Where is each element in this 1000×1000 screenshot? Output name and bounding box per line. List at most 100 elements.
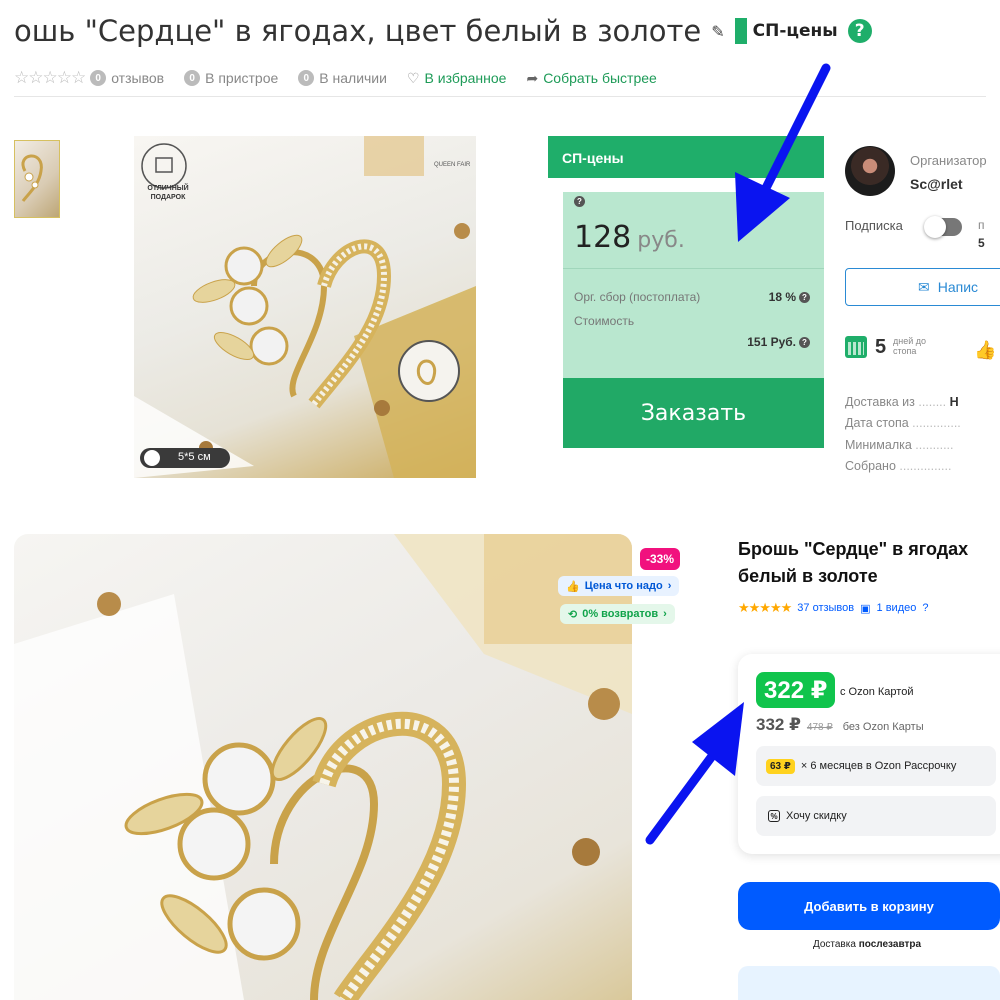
- calendar-icon: [845, 336, 867, 358]
- subscription-toggle[interactable]: [924, 216, 962, 238]
- order-button[interactable]: Заказать: [563, 378, 824, 448]
- price-help-icon[interactable]: ?: [574, 196, 585, 207]
- sp-price-gap: [563, 178, 824, 192]
- returns-label: 0% возвратов: [582, 608, 659, 620]
- sp-prices-badge: СП-цены: [752, 21, 838, 41]
- returns-pill[interactable]: ⟲ 0% возвратов ›: [560, 604, 675, 624]
- screenshot-root: ошь "Сердце" в ягодах, цвет белый в золо…: [0, 0, 1000, 1000]
- in-stock-link[interactable]: 0 В наличии: [298, 70, 387, 86]
- annotation-arrow-bottom: [645, 702, 744, 845]
- sp-price-header: СП-цены: [548, 136, 824, 178]
- brand-caption: QUEEN FAIR: [434, 162, 471, 168]
- ozon-product-image[interactable]: [14, 534, 632, 1000]
- in-stock-count-badge: 0: [298, 70, 315, 86]
- wrench-icon[interactable]: ✎: [711, 22, 724, 41]
- reviews-count-badge: 0: [90, 70, 107, 86]
- delivery-prefix: Доставка: [812, 939, 856, 950]
- brooch-large-image: [14, 534, 632, 1000]
- brooch-thumb-icon: [21, 154, 43, 202]
- cost-help-icon[interactable]: ?: [799, 337, 810, 349]
- want-discount-label: Хочу скидку: [786, 810, 847, 822]
- ozon-card-price: 322 ₽: [756, 672, 836, 708]
- good-price-pill[interactable]: 👍 Цена что надо ›: [558, 576, 680, 596]
- write-message-button[interactable]: ✉ Напис: [845, 268, 1000, 306]
- org-fee-help-icon[interactable]: ?: [799, 292, 810, 304]
- add-to-cart-button[interactable]: Добавить в корзину: [738, 882, 1000, 930]
- sp-price-value: 128: [574, 220, 632, 255]
- sp-product-image[interactable]: ОТЛИЧНЫЙ ПОДАРОК QUEEN FAIR 5*5 см: [134, 136, 476, 478]
- days-to-stop-label: дней до стопа: [893, 336, 927, 356]
- organizer-name[interactable]: Sc@rlet: [910, 176, 963, 192]
- percent-icon: %: [768, 810, 780, 822]
- sp-title-text: ошь "Сердце" в ягодах, цвет белый в золо…: [14, 14, 702, 48]
- thumbs-up-icon: 👍: [566, 580, 580, 593]
- sp-meta-bar: ☆☆☆☆☆ 0 отзывов 0 В пристрое 0 В наличии…: [14, 68, 671, 88]
- chevron-right-icon: ›: [667, 580, 672, 592]
- delivery-info: Доставка послезавтра: [738, 939, 996, 950]
- discount-badge: -33%: [640, 548, 680, 570]
- size-caption: 5*5 см: [178, 451, 211, 463]
- gift-caption: ОТЛИЧНЫЙ ПОДАРОК: [147, 185, 189, 201]
- days-to-stop-value: 5: [875, 336, 887, 358]
- want-discount-button[interactable]: % Хочу скидку: [756, 796, 996, 836]
- thumbs-up-icon[interactable]: 👍: [974, 340, 996, 361]
- ozon-product-title: Брошь "Сердце" в ягодах белый в золоте: [738, 539, 969, 586]
- subscription-right-label: п: [978, 218, 985, 232]
- sp-price-currency: руб.: [637, 228, 685, 253]
- in-process-label: В пристрое: [205, 70, 279, 86]
- good-price-label: Цена что надо: [584, 580, 663, 592]
- chevron-right-icon: ›: [663, 608, 667, 620]
- cost-value: 151 Руб.: [747, 335, 796, 349]
- cost-value-row: 151 Руб.?: [574, 335, 810, 349]
- question-icon[interactable]: ?: [922, 602, 928, 614]
- info-label-stop-date: Дата стопа: [845, 416, 909, 430]
- sp-green-bar-icon: [734, 18, 747, 44]
- info-label-delivery: Доставка из: [845, 395, 915, 409]
- write-button-label: Напис: [937, 279, 979, 295]
- subscription-label: Подписка: [845, 218, 903, 233]
- ozon-regular-price: 332 ₽: [756, 715, 801, 734]
- help-icon[interactable]: ?: [847, 19, 872, 43]
- org-fee-value: 18 %: [768, 290, 796, 304]
- installment-amount: 63 ₽: [766, 758, 795, 774]
- sp-price: 128 руб.: [574, 220, 685, 255]
- collect-faster-link[interactable]: ➦ Собрать быстрее: [526, 70, 656, 87]
- collect-label: Собрать быстрее: [543, 70, 657, 86]
- info-value-delivery: Н: [949, 395, 959, 409]
- info-label-collected: Собрано: [845, 459, 896, 473]
- divider: [14, 96, 986, 97]
- ozon-card-label: с Ozon Картой: [840, 686, 914, 698]
- share-arrow-icon: ➦: [526, 69, 539, 86]
- installment-option[interactable]: 63 ₽ × 6 месяцев в Ozon Рассрочку: [756, 746, 996, 786]
- video-link[interactable]: 1 видео: [877, 602, 917, 614]
- in-stock-label: В наличии: [319, 70, 387, 86]
- in-process-link[interactable]: 0 В пристрое: [184, 70, 278, 86]
- heart-icon: ♡: [406, 69, 420, 86]
- info-row-stop-date: Дата стопа ..............: [845, 416, 961, 430]
- delivery-day: послезавтра: [858, 939, 922, 950]
- org-fee-row: Орг. сбор (постоплата) 18 %?: [574, 290, 810, 304]
- org-fee-label: Орг. сбор (постоплата): [574, 290, 701, 304]
- reviews-link[interactable]: 37 отзывов: [797, 602, 854, 614]
- favorite-link[interactable]: ♡ В избранное: [407, 70, 507, 87]
- ozon-regular-label: без Ozon Карты: [842, 721, 924, 733]
- info-row-minimum: Минималка ...........: [845, 438, 954, 452]
- video-icon: ▣: [860, 602, 871, 615]
- organizer-avatar[interactable]: [845, 146, 895, 196]
- reviews-label: отзывов: [111, 70, 165, 86]
- ozon-old-price: 478 ₽: [806, 722, 833, 733]
- cost-label: Стоимость: [574, 314, 635, 328]
- info-label-minimum: Минималка: [845, 438, 912, 452]
- rating-stars-icon: ★★★★★: [738, 600, 792, 615]
- sp-price-divider: [563, 268, 824, 269]
- ozon-rating-row: ★★★★★ 37 отзывов ▣ 1 видео ?: [738, 600, 928, 616]
- product-thumbnail[interactable]: [14, 140, 60, 218]
- envelope-icon: ✉: [918, 278, 930, 295]
- ozon-bottom-panel: [738, 966, 1000, 1000]
- in-process-count-badge: 0: [184, 70, 201, 86]
- installment-text: × 6 месяцев в Ozon Рассрочку: [800, 760, 957, 772]
- organizer-label: Организатор: [910, 153, 987, 168]
- cost-row: Стоимость: [574, 314, 810, 328]
- reviews-link[interactable]: ☆☆☆☆☆ 0 отзывов: [14, 68, 164, 88]
- favorite-label: В избранное: [424, 70, 507, 86]
